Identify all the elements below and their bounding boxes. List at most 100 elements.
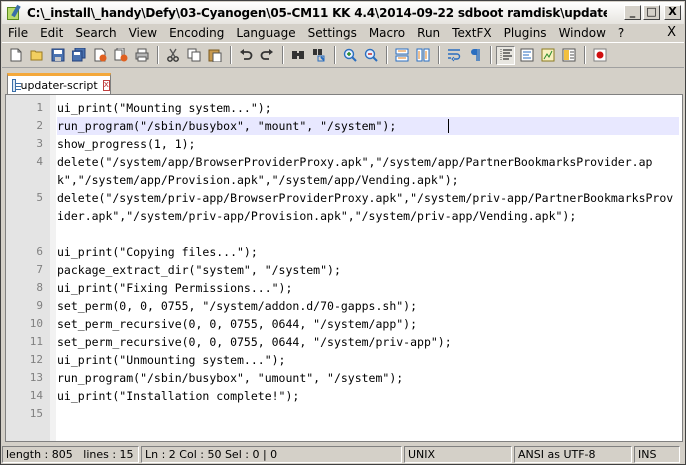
doc-map-icon[interactable] — [538, 46, 557, 65]
code-line[interactable]: 1 ui_print("Mounting system..."); — [6, 99, 682, 117]
toolbar-separator — [584, 46, 586, 64]
tab-label: updater-script — [20, 78, 98, 92]
close-icon[interactable] — [90, 46, 109, 65]
open-file-icon[interactable] — [27, 46, 46, 65]
undo-icon[interactable] — [236, 46, 255, 65]
line-text[interactable]: ui_print("Unmounting system..."); — [57, 351, 679, 369]
line-number: 15 — [29, 407, 43, 420]
line-text[interactable]: run_program("/sbin/busybox", "umount", "… — [57, 369, 679, 387]
code-lines: 1 ui_print("Mounting system..."); 2 run_pr… — [6, 99, 682, 423]
status-length-lines: length : 805 lines : 15 — [2, 445, 139, 463]
file-icon — [12, 78, 23, 92]
code-line[interactable]: 13 run_program("/sbin/busybox", "umount",… — [6, 369, 682, 387]
status-position: Ln : 2 Col : 50 Sel : 0 | 0 — [141, 445, 402, 463]
close-document-button[interactable]: X — [667, 25, 676, 40]
code-editor[interactable]: 1 ui_print("Mounting system..."); 2 run_pr… — [5, 94, 683, 442]
maximize-button[interactable]: □ — [643, 5, 660, 20]
line-text[interactable]: show_progress(1, 1); — [57, 135, 679, 153]
menu-run[interactable]: Run — [411, 24, 446, 42]
record-macro-icon[interactable] — [590, 46, 609, 65]
menu-textfx[interactable]: TextFX — [446, 24, 497, 42]
code-line[interactable]: 10 set_perm_recursive(0, 0, 0755, 0644, "… — [6, 315, 682, 333]
close-all-icon[interactable] — [111, 46, 130, 65]
user-lang-icon[interactable] — [517, 46, 536, 65]
title-bar[interactable]: C:\_install\_handy\Defy\03-Cyanogen\05-C… — [2, 2, 684, 24]
line-text[interactable]: ui_print("Installation complete!"); — [57, 387, 679, 405]
new-file-icon[interactable] — [6, 46, 25, 65]
code-line[interactable]: 14 ui_print("Installation complete!"); — [6, 387, 682, 405]
tab-close-icon[interactable]: x — [102, 79, 110, 91]
menu-encoding[interactable]: Encoding — [163, 24, 230, 42]
replace-icon[interactable] — [309, 46, 328, 65]
cut-icon[interactable] — [163, 46, 182, 65]
menu-settings[interactable]: Settings — [302, 24, 363, 42]
code-line[interactable]: 6 ui_print("Copying files..."); — [6, 243, 682, 261]
code-line-current[interactable]: 2 run_program("/sbin/busybox", "mount", "… — [6, 117, 682, 135]
menu-search[interactable]: Search — [69, 24, 122, 42]
tab-bar: updater-script x — [2, 68, 684, 94]
toolbar-separator — [230, 46, 232, 64]
code-line[interactable]: 4 delete("/system/app/BrowserProviderProx… — [6, 153, 682, 189]
line-text[interactable]: ui_print("Copying files..."); — [57, 243, 679, 261]
copy-icon[interactable] — [184, 46, 203, 65]
menu-view[interactable]: View — [123, 24, 163, 42]
minimize-button[interactable]: _ — [624, 5, 641, 20]
close-window-button[interactable]: X — [664, 5, 681, 20]
line-text[interactable]: ui_print("Fixing Permissions..."); — [57, 279, 679, 297]
status-encoding[interactable]: ANSI as UTF-8 — [514, 445, 632, 463]
print-icon[interactable] — [132, 46, 151, 65]
word-wrap-icon[interactable] — [444, 46, 463, 65]
find-icon[interactable] — [288, 46, 307, 65]
toolbar-separator — [438, 46, 440, 64]
status-length: length : 805 — [6, 447, 73, 461]
line-number: 2 — [36, 119, 43, 132]
line-text[interactable]: package_extract_dir("system", "/system")… — [57, 261, 679, 279]
line-text[interactable]: set_perm_recursive(0, 0, 0755, 0644, "/s… — [57, 333, 679, 351]
code-line[interactable]: 7 package_extract_dir("system", "/system"… — [6, 261, 682, 279]
menu-language[interactable]: Language — [230, 24, 301, 42]
line-text[interactable]: ui_print("Mounting system..."); — [57, 99, 679, 117]
save-all-icon[interactable] — [69, 46, 88, 65]
code-line[interactable]: 12 ui_print("Unmounting system..."); — [6, 351, 682, 369]
status-eol[interactable]: UNIX — [404, 445, 512, 463]
code-line[interactable]: 11 set_perm_recursive(0, 0, 0755, 0644, "… — [6, 333, 682, 351]
save-icon[interactable] — [48, 46, 67, 65]
indent-guide-icon[interactable] — [496, 45, 515, 65]
redo-icon[interactable] — [257, 46, 276, 65]
notepadpp-app-icon[interactable] — [6, 4, 22, 21]
line-text[interactable]: set_perm(0, 0, 0755, "/system/addon.d/70… — [57, 297, 679, 315]
tab-updater-script[interactable]: updater-script x — [7, 73, 111, 94]
line-text[interactable]: delete("/system/app/BrowserProviderProxy… — [57, 153, 679, 189]
line-number: 11 — [29, 335, 43, 348]
code-line[interactable]: 15 — [6, 405, 682, 423]
notepadpp-window: C:\_install\_handy\Defy\03-Cyanogen\05-C… — [0, 0, 686, 465]
code-line[interactable]: 3 show_progress(1, 1); — [6, 135, 682, 153]
line-number: 14 — [29, 389, 43, 402]
line-text[interactable]: delete("/system/priv-app/BrowserProvider… — [57, 189, 679, 225]
menu-plugins[interactable]: Plugins — [498, 24, 553, 42]
menu-macro[interactable]: Macro — [363, 24, 411, 42]
code-line[interactable]: 5 delete("/system/priv-app/BrowserProvide… — [6, 189, 682, 243]
status-lines: lines : 15 — [83, 447, 134, 461]
toolbar-separator — [157, 46, 159, 64]
toolbar-separator — [490, 46, 492, 64]
zoom-in-icon[interactable] — [340, 46, 359, 65]
line-text[interactable]: run_program("/sbin/busybox", "mount", "/… — [57, 117, 679, 135]
menu-edit[interactable]: Edit — [34, 24, 69, 42]
line-text[interactable]: set_perm_recursive(0, 0, 0755, 0644, "/s… — [57, 315, 679, 333]
function-list-icon[interactable] — [559, 46, 578, 65]
status-ins-mode[interactable]: INS — [634, 445, 680, 463]
line-number: 6 — [36, 245, 43, 258]
sync-vertical-icon[interactable] — [392, 46, 411, 65]
menu-file[interactable]: File — [2, 24, 34, 42]
toolbar — [2, 42, 684, 68]
menu-window[interactable]: Window — [553, 24, 612, 42]
toolbar-separator — [282, 46, 284, 64]
paste-icon[interactable] — [205, 46, 224, 65]
menu-help[interactable]: ? — [612, 24, 630, 42]
code-line[interactable]: 8 ui_print("Fixing Permissions..."); — [6, 279, 682, 297]
code-line[interactable]: 9 set_perm(0, 0, 0755, "/system/addon.d/7… — [6, 297, 682, 315]
show-all-chars-icon[interactable] — [465, 46, 484, 65]
zoom-out-icon[interactable] — [361, 46, 380, 65]
sync-horizontal-icon[interactable] — [413, 46, 432, 65]
